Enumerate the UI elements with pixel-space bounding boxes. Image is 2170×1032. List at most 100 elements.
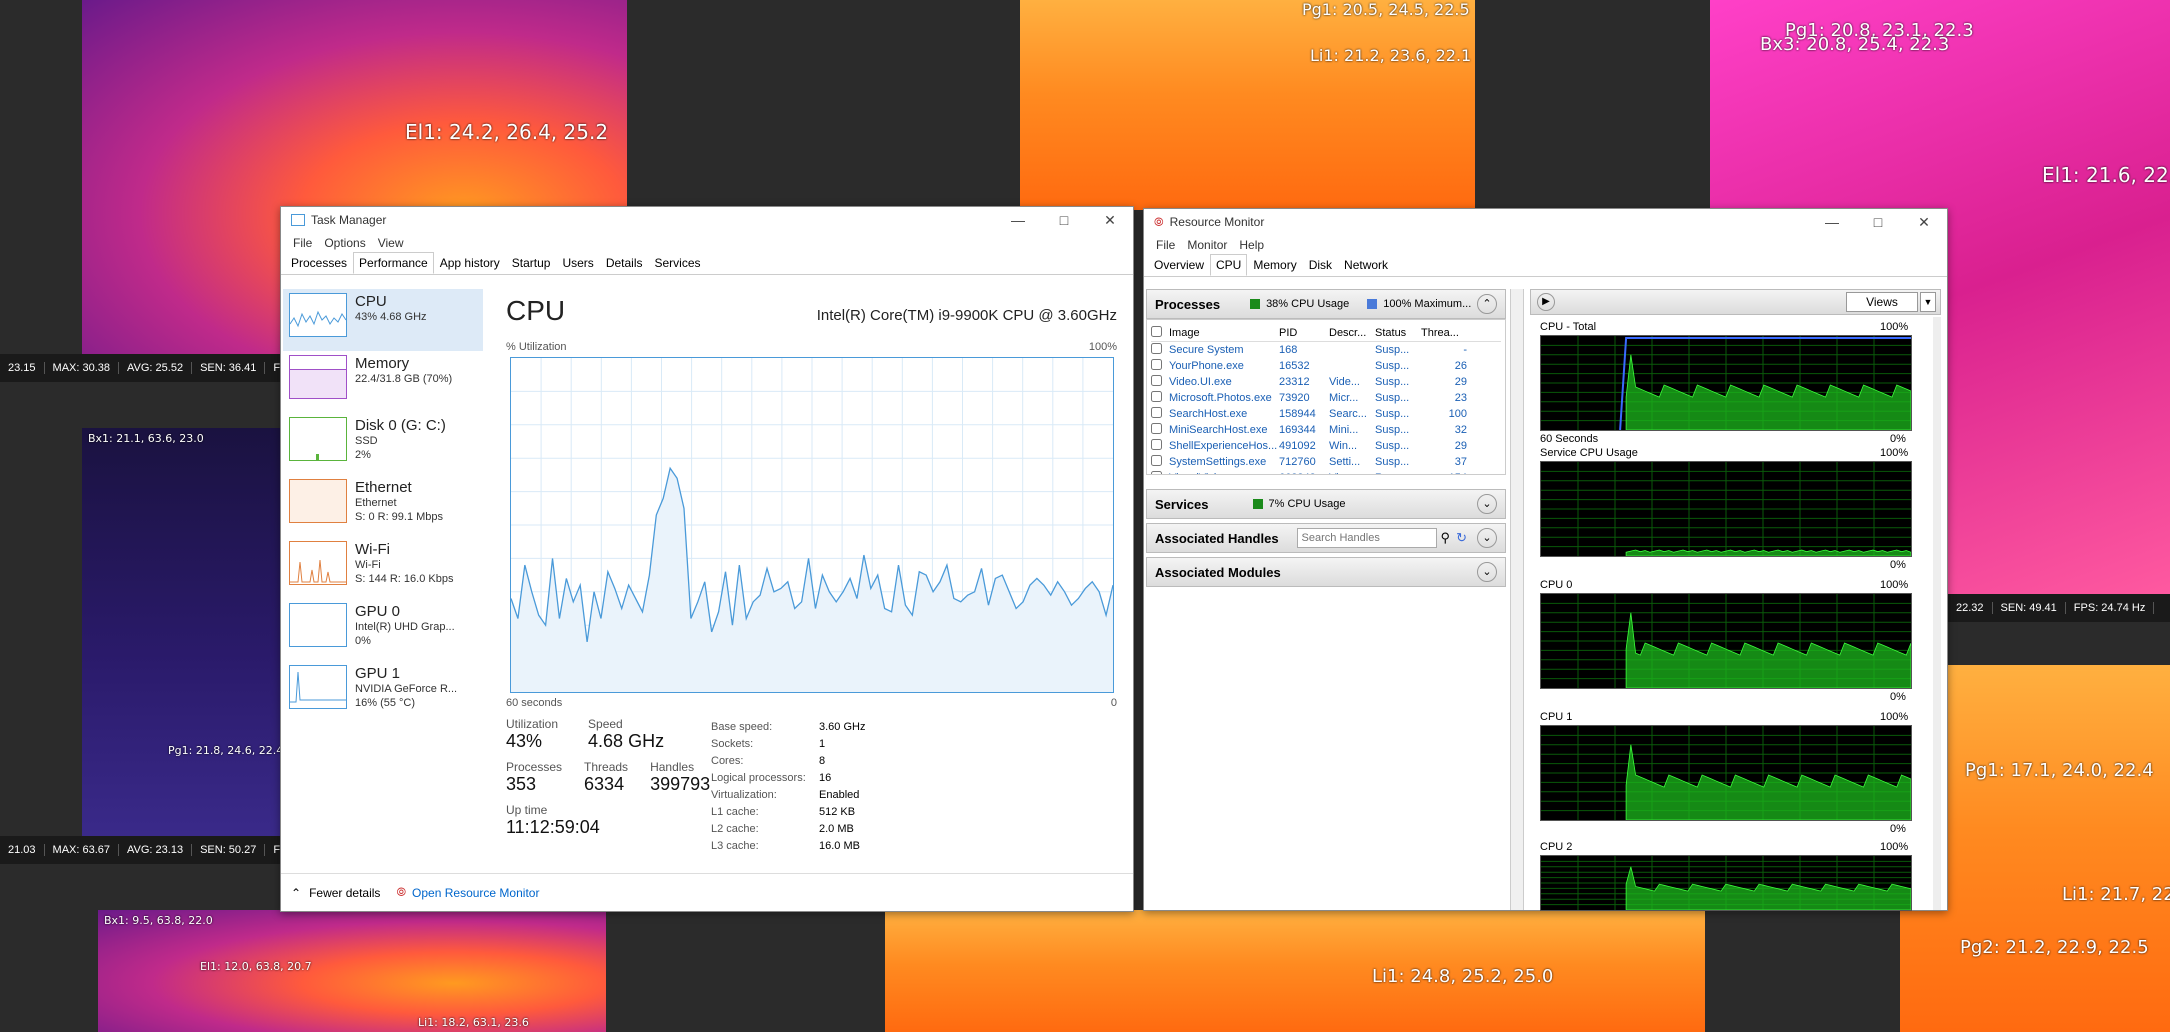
spec-value: 512 KB: [819, 806, 856, 818]
column-header-description[interactable]: Descr...: [1329, 327, 1375, 339]
column-header-image[interactable]: Image: [1169, 327, 1279, 339]
sidebar-item-wifi[interactable]: Wi-Fi Wi-Fi S: 144 R: 16.0 Kbps: [283, 537, 483, 599]
select-all-checkbox[interactable]: [1151, 325, 1162, 337]
tab-network[interactable]: Network: [1338, 254, 1394, 276]
chevron-down-icon[interactable]: ⌄: [1477, 528, 1497, 548]
tab-app-history[interactable]: App history: [434, 252, 506, 274]
table-row[interactable]: Microsoft.Photos.exe 73920 Micr... Susp... 2…: [1151, 390, 1501, 406]
table-row[interactable]: ShellExperienceHos... 491092 Win... Susp...…: [1151, 438, 1501, 454]
menu-file[interactable]: File: [293, 236, 312, 250]
sidebar-item-gpu1[interactable]: GPU 1 NVIDIA GeForce R... 16% (55 °C): [283, 661, 483, 723]
column-header-threads[interactable]: Threa...: [1421, 327, 1467, 339]
minimize-button[interactable]: —: [995, 212, 1041, 229]
services-usage-text: 7% CPU Usage: [1268, 498, 1346, 510]
table-row[interactable]: Secure System 168 Susp... -: [1151, 342, 1501, 358]
table-row[interactable]: Video.UI.exe 23312 Vide... Susp... 29: [1151, 374, 1501, 390]
row-checkbox[interactable]: [1151, 455, 1162, 466]
sidebar-item-title: Memory: [355, 355, 410, 372]
maximize-button[interactable]: □: [1855, 214, 1901, 231]
chevron-up-icon[interactable]: ⌃: [291, 886, 301, 900]
uptime-label: Up time: [506, 803, 548, 817]
table-cell: Win...: [1329, 440, 1358, 452]
sidebar-item-disk[interactable]: Disk 0 (G: C:) SSD 2%: [283, 413, 483, 475]
services-section-header[interactable]: Services 7% CPU Usage ⌄: [1146, 489, 1506, 519]
tab-services[interactable]: Services: [649, 252, 707, 274]
table-row[interactable]: YourPhone.exe 16532 Susp... 26: [1151, 358, 1501, 374]
sidebar-item-title: Disk 0 (G: C:): [355, 417, 446, 434]
menu-help[interactable]: Help: [1239, 238, 1264, 252]
processes-section-header[interactable]: Processes 38% CPU Usage 100% Maximum... …: [1146, 289, 1506, 319]
pane-splitter[interactable]: [1510, 289, 1524, 910]
title-bar[interactable]: ⦾ Resource Monitor — □ ✕: [1144, 209, 1947, 235]
search-handles-input[interactable]: [1296, 528, 1437, 548]
column-header-status[interactable]: Status: [1375, 327, 1421, 339]
thermal-label: El1: 12.0, 63.8, 20.7: [200, 960, 312, 973]
menu-options[interactable]: Options: [324, 236, 365, 250]
task-manager-window: Task Manager — □ ✕ File Options View Pro…: [280, 206, 1134, 912]
refresh-icon[interactable]: ↻: [1456, 530, 1467, 546]
chevron-right-icon[interactable]: ▶: [1537, 293, 1555, 311]
fewer-details-button[interactable]: Fewer details: [309, 886, 380, 900]
processes-table: Image PID Descr... Status Threa... Secur…: [1146, 319, 1506, 475]
sidebar-item-cpu[interactable]: CPU 43% 4.68 GHz: [283, 289, 483, 351]
handles-section-header[interactable]: Associated Handles ⚲ ↻ ⌄: [1146, 523, 1506, 553]
sidebar-item-memory[interactable]: Memory 22.4/31.8 GB (70%): [283, 351, 483, 413]
close-button[interactable]: ✕: [1901, 214, 1947, 231]
tab-disk[interactable]: Disk: [1303, 254, 1338, 276]
sidebar-item-sub: Wi-Fi: [355, 559, 381, 571]
thermal-stats-bar: 22.32 SEN: 49.41 FPS: 24.74 Hz: [1948, 594, 2170, 622]
table-cell: 32: [1454, 424, 1467, 436]
stat-value: SEN: 50.27: [192, 844, 266, 856]
maximize-button[interactable]: □: [1041, 212, 1087, 229]
column-header-pid[interactable]: PID: [1279, 327, 1329, 339]
graph-min: 0%: [1890, 823, 1906, 835]
chevron-up-icon[interactable]: ⌃: [1477, 294, 1497, 314]
tab-details[interactable]: Details: [600, 252, 649, 274]
row-checkbox[interactable]: [1151, 359, 1162, 370]
threads-value: 6334: [584, 774, 625, 794]
tab-overview[interactable]: Overview: [1148, 254, 1210, 276]
menu-file[interactable]: File: [1156, 238, 1175, 252]
row-checkbox[interactable]: [1151, 343, 1162, 354]
sidebar-item-title: Ethernet: [355, 479, 412, 496]
stat-value: AVG: 25.52: [119, 362, 193, 374]
row-checkbox[interactable]: [1151, 407, 1162, 418]
menu-monitor[interactable]: Monitor: [1187, 238, 1227, 252]
minimize-button[interactable]: —: [1809, 214, 1855, 231]
table-row[interactable]: SearchHost.exe 158944 Searc... Susp... 100: [1151, 406, 1501, 422]
table-cell: Susp...: [1375, 344, 1410, 356]
row-checkbox[interactable]: [1151, 375, 1162, 386]
chevron-down-icon[interactable]: ⌄: [1477, 494, 1497, 514]
modules-section-header[interactable]: Associated Modules ⌄: [1146, 557, 1506, 587]
open-resource-monitor-link[interactable]: Open Resource Monitor: [412, 886, 539, 900]
sidebar-item-ethernet[interactable]: Ethernet Ethernet S: 0 R: 99.1 Mbps: [283, 475, 483, 537]
sidebar-item-gpu0[interactable]: GPU 0 Intel(R) UHD Grap... 0%: [283, 599, 483, 661]
table-row[interactable]: SystemSettings.exe 712760 Setti... Susp... 3…: [1151, 454, 1501, 470]
table-cell: MiniSearchHost.exe: [1169, 424, 1268, 436]
tab-processes[interactable]: Processes: [285, 252, 353, 274]
table-cell: 168: [1279, 344, 1298, 356]
tab-memory[interactable]: Memory: [1247, 254, 1302, 276]
table-row[interactable]: MiniSearchHost.exe 169344 Mini... Susp... 32: [1151, 422, 1501, 438]
menu-view[interactable]: View: [378, 236, 404, 250]
thermal-label: Li1: 21.2, 23.6, 22.1: [1310, 46, 1472, 65]
tab-performance[interactable]: Performance: [353, 252, 434, 274]
vertical-scrollbar[interactable]: [1933, 317, 1941, 910]
row-checkbox[interactable]: [1151, 423, 1162, 434]
close-button[interactable]: ✕: [1087, 212, 1133, 229]
cpu1-graph: [1540, 725, 1912, 821]
search-icon[interactable]: ⚲: [1441, 530, 1451, 546]
chevron-down-icon[interactable]: ⌄: [1477, 562, 1497, 582]
tab-cpu[interactable]: CPU: [1210, 254, 1248, 276]
chevron-down-icon[interactable]: ▼: [1920, 292, 1936, 312]
tab-users[interactable]: Users: [556, 252, 599, 274]
cpu-thumbnail: [289, 293, 347, 337]
tab-startup[interactable]: Startup: [506, 252, 557, 274]
row-checkbox[interactable]: [1151, 439, 1162, 450]
title-bar[interactable]: Task Manager — □ ✕: [281, 207, 1133, 233]
row-checkbox[interactable]: [1151, 391, 1162, 402]
thermal-view-bottom-left: [98, 910, 606, 1032]
views-button[interactable]: Views: [1846, 292, 1918, 312]
sidebar-item-sub: 43% 4.68 GHz: [355, 311, 427, 323]
thermal-view-bottom-center: [885, 910, 1705, 1032]
